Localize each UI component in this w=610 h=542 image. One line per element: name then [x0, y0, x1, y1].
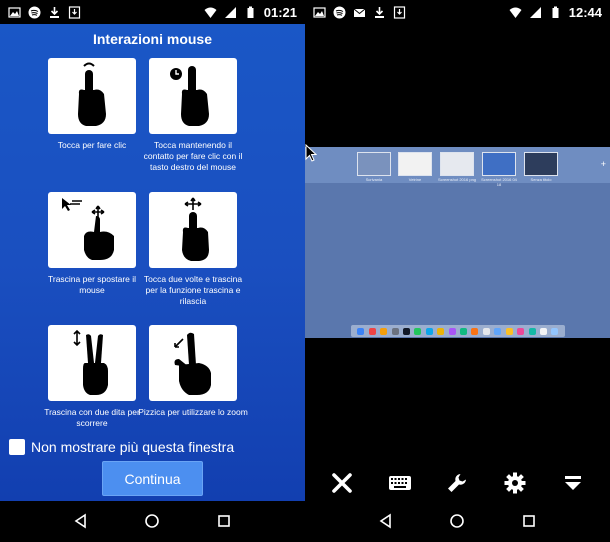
mail-icon	[353, 8, 366, 17]
finder-icon[interactable]	[357, 327, 365, 335]
back-icon[interactable]	[73, 513, 89, 529]
download-box-icon	[393, 5, 406, 19]
download-box-icon	[68, 5, 81, 19]
chevron-down-icon	[565, 476, 582, 490]
wrench-icon	[448, 474, 467, 492]
tap-icon	[78, 62, 106, 126]
app-icon[interactable]	[517, 327, 525, 335]
battery-icon	[552, 6, 559, 18]
double-tap-drag-icon	[182, 197, 209, 261]
spotify-icon	[333, 6, 346, 18]
download-icon	[375, 6, 384, 18]
app-icon[interactable]	[528, 327, 536, 335]
app-icon[interactable]	[391, 327, 399, 335]
dialog-title: Interazioni mouse	[92, 31, 213, 47]
recents-icon[interactable]	[521, 513, 537, 529]
space-label: Screenshot 2016 png	[437, 177, 477, 182]
gesture-caption: Tocca due volte e trascina per la funzio…	[143, 274, 243, 306]
settings-button[interactable]	[500, 468, 530, 498]
space-thumbnail[interactable]	[357, 152, 391, 176]
spotify-icon	[28, 6, 41, 18]
space-label: Scrivania	[365, 177, 383, 182]
app-icon[interactable]	[471, 327, 479, 335]
clock: 12:44	[568, 4, 602, 20]
gesture-tile-two-finger-scroll	[48, 325, 136, 401]
app-icon[interactable]	[380, 327, 388, 335]
wifi-icon	[509, 7, 522, 18]
space-thumbnail[interactable]	[398, 152, 432, 176]
app-icon[interactable]	[494, 327, 502, 335]
dock	[351, 325, 565, 337]
signal-icon	[224, 6, 236, 18]
close-icon	[332, 473, 352, 493]
close-button[interactable]	[327, 468, 357, 498]
mouse-interactions-dialog: Interazioni mouse Tocca per fare clic To…	[0, 24, 305, 501]
status-bar: 01:21	[0, 0, 305, 24]
dont-show-again-checkbox[interactable]	[9, 439, 25, 455]
gesture-tile-double-tap-drag	[149, 192, 237, 268]
space-thumbnail[interactable]	[524, 152, 558, 176]
continue-button[interactable]: Continua	[102, 461, 203, 496]
space-label: Senza titolo	[530, 177, 552, 182]
gesture-tile-drag-move	[48, 192, 136, 268]
gesture-caption: Trascina per spostare il mouse	[47, 274, 137, 295]
more-button[interactable]	[558, 468, 588, 498]
trash-icon[interactable]	[551, 327, 559, 335]
space-thumbnail[interactable]	[482, 152, 516, 176]
gallery-icon	[313, 6, 326, 18]
wifi-icon	[204, 7, 217, 18]
space-label: Vetrine	[408, 177, 422, 182]
gesture-tile-tap	[48, 58, 136, 134]
home-icon[interactable]	[449, 513, 465, 529]
recents-icon[interactable]	[216, 513, 232, 529]
space-label: Screenshot 2016 04 18	[481, 177, 517, 187]
app-icon[interactable]	[368, 327, 376, 335]
android-navbar	[305, 500, 610, 542]
gesture-tile-long-press	[149, 58, 237, 134]
drag-move-icon	[62, 198, 114, 260]
add-space-icon[interactable]: +	[601, 159, 606, 169]
app-icon[interactable]	[482, 327, 490, 335]
gesture-caption: Tocca per fare clic	[57, 140, 127, 150]
pinch-zoom-icon	[174, 332, 211, 395]
status-bar: 12:44	[305, 0, 610, 24]
dont-show-again-label[interactable]: Non mostrare più questa finestra	[31, 439, 234, 455]
keyboard-icon	[388, 476, 411, 490]
long-press-icon	[170, 66, 209, 126]
remote-toolbar	[305, 466, 610, 500]
gear-icon	[504, 472, 526, 494]
app-icon[interactable]	[403, 327, 411, 335]
app-icon[interactable]	[460, 327, 468, 335]
mouse-cursor-icon	[305, 144, 317, 162]
remote-desktop-view[interactable]: Scrivania Vetrine Screenshot 2016 png Sc…	[305, 147, 610, 338]
gesture-caption: Trascina con due dita per scorrere	[44, 407, 140, 428]
app-icon[interactable]	[448, 327, 456, 335]
app-icon[interactable]	[539, 327, 547, 335]
mission-control-spaces-bar: Scrivania Vetrine Screenshot 2016 png Sc…	[305, 147, 610, 187]
tools-button[interactable]	[442, 468, 472, 498]
two-finger-scroll-icon	[73, 329, 108, 395]
back-icon[interactable]	[378, 513, 394, 529]
home-icon[interactable]	[144, 513, 160, 529]
left-phone-screen: 01:21 Interazioni mouse Tocca per fare c…	[0, 0, 305, 542]
gesture-caption: Tocca mantenendo il contatto per fare cl…	[143, 140, 243, 172]
gallery-icon	[8, 6, 21, 18]
gesture-tile-pinch-zoom	[149, 325, 237, 401]
signal-icon	[529, 6, 541, 18]
clock: 01:21	[263, 4, 297, 20]
right-phone-screen: 12:44 Scrivania Vetrine Screenshot 2016 …	[305, 0, 610, 542]
android-navbar	[0, 500, 305, 542]
app-icon[interactable]	[425, 327, 433, 335]
keyboard-button[interactable]	[385, 468, 415, 498]
download-icon	[50, 6, 59, 18]
battery-icon	[247, 6, 254, 18]
app-icon[interactable]	[437, 327, 445, 335]
gesture-caption: Pizzica per utilizzare lo zoom	[138, 407, 248, 417]
app-icon[interactable]	[505, 327, 513, 335]
space-thumbnail[interactable]	[440, 152, 474, 176]
app-icon[interactable]	[414, 327, 422, 335]
dont-show-again-row[interactable]: Non mostrare più questa finestra	[9, 439, 234, 455]
